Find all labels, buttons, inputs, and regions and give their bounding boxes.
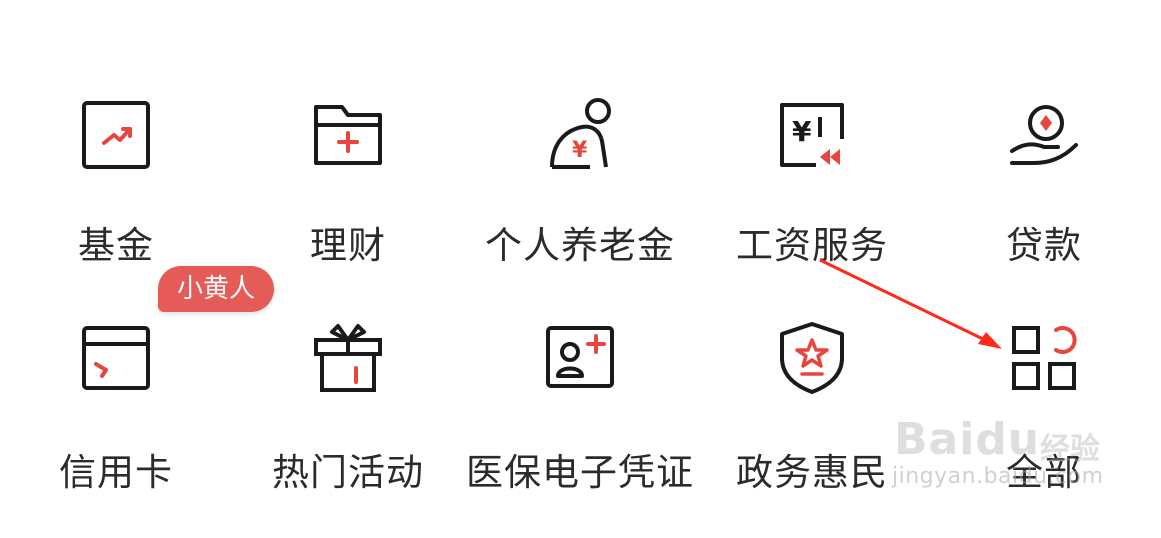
elderly-yuan-icon: ¥ bbox=[540, 95, 620, 175]
menu-item-salary[interactable]: ¥ 工资服务 bbox=[696, 95, 928, 315]
menu-label: 政务惠民 bbox=[736, 451, 888, 494]
menu-item-government[interactable]: 政务惠民 bbox=[696, 318, 928, 538]
medical-id-card-icon bbox=[540, 318, 620, 398]
fund-chart-icon bbox=[76, 95, 156, 175]
menu-label: 信用卡 bbox=[59, 451, 173, 494]
menu-label: 个人养老金 bbox=[485, 224, 675, 267]
menu-item-credit-card[interactable]: 信用卡 bbox=[0, 318, 232, 538]
menu-label: 热门活动 bbox=[272, 451, 424, 494]
menu-item-events[interactable]: 热门活动 bbox=[232, 318, 464, 538]
menu-label: 全部 bbox=[1006, 451, 1082, 494]
shield-star-icon bbox=[772, 318, 852, 398]
menu-item-pension[interactable]: ¥ 个人养老金 bbox=[464, 95, 696, 315]
hand-coin-icon bbox=[1004, 95, 1084, 175]
services-grid: 基金 理财 ¥ 个人养老金 ¥ 工资服务 贷款 信用卡 热门活动 医保电子凭证 … bbox=[0, 0, 1161, 519]
menu-label: 医保电子凭证 bbox=[466, 451, 694, 494]
menu-label: 基金 bbox=[78, 224, 154, 267]
menu-item-all[interactable]: 全部 bbox=[928, 318, 1160, 538]
menu-label: 理财 bbox=[310, 224, 386, 267]
gift-box-icon bbox=[308, 318, 388, 398]
svg-text:¥: ¥ bbox=[572, 138, 588, 163]
promo-badge: 小黄人 bbox=[158, 266, 274, 312]
menu-label: 贷款 bbox=[1006, 224, 1082, 267]
svg-text:¥: ¥ bbox=[792, 115, 812, 148]
all-apps-grid-icon bbox=[1004, 318, 1084, 398]
credit-card-icon bbox=[76, 318, 156, 398]
folder-plus-icon bbox=[308, 95, 388, 175]
salary-card-icon: ¥ bbox=[772, 95, 852, 175]
menu-item-medical-insurance[interactable]: 医保电子凭证 bbox=[464, 318, 696, 538]
menu-label: 工资服务 bbox=[736, 224, 888, 267]
menu-item-loan[interactable]: 贷款 bbox=[928, 95, 1160, 315]
